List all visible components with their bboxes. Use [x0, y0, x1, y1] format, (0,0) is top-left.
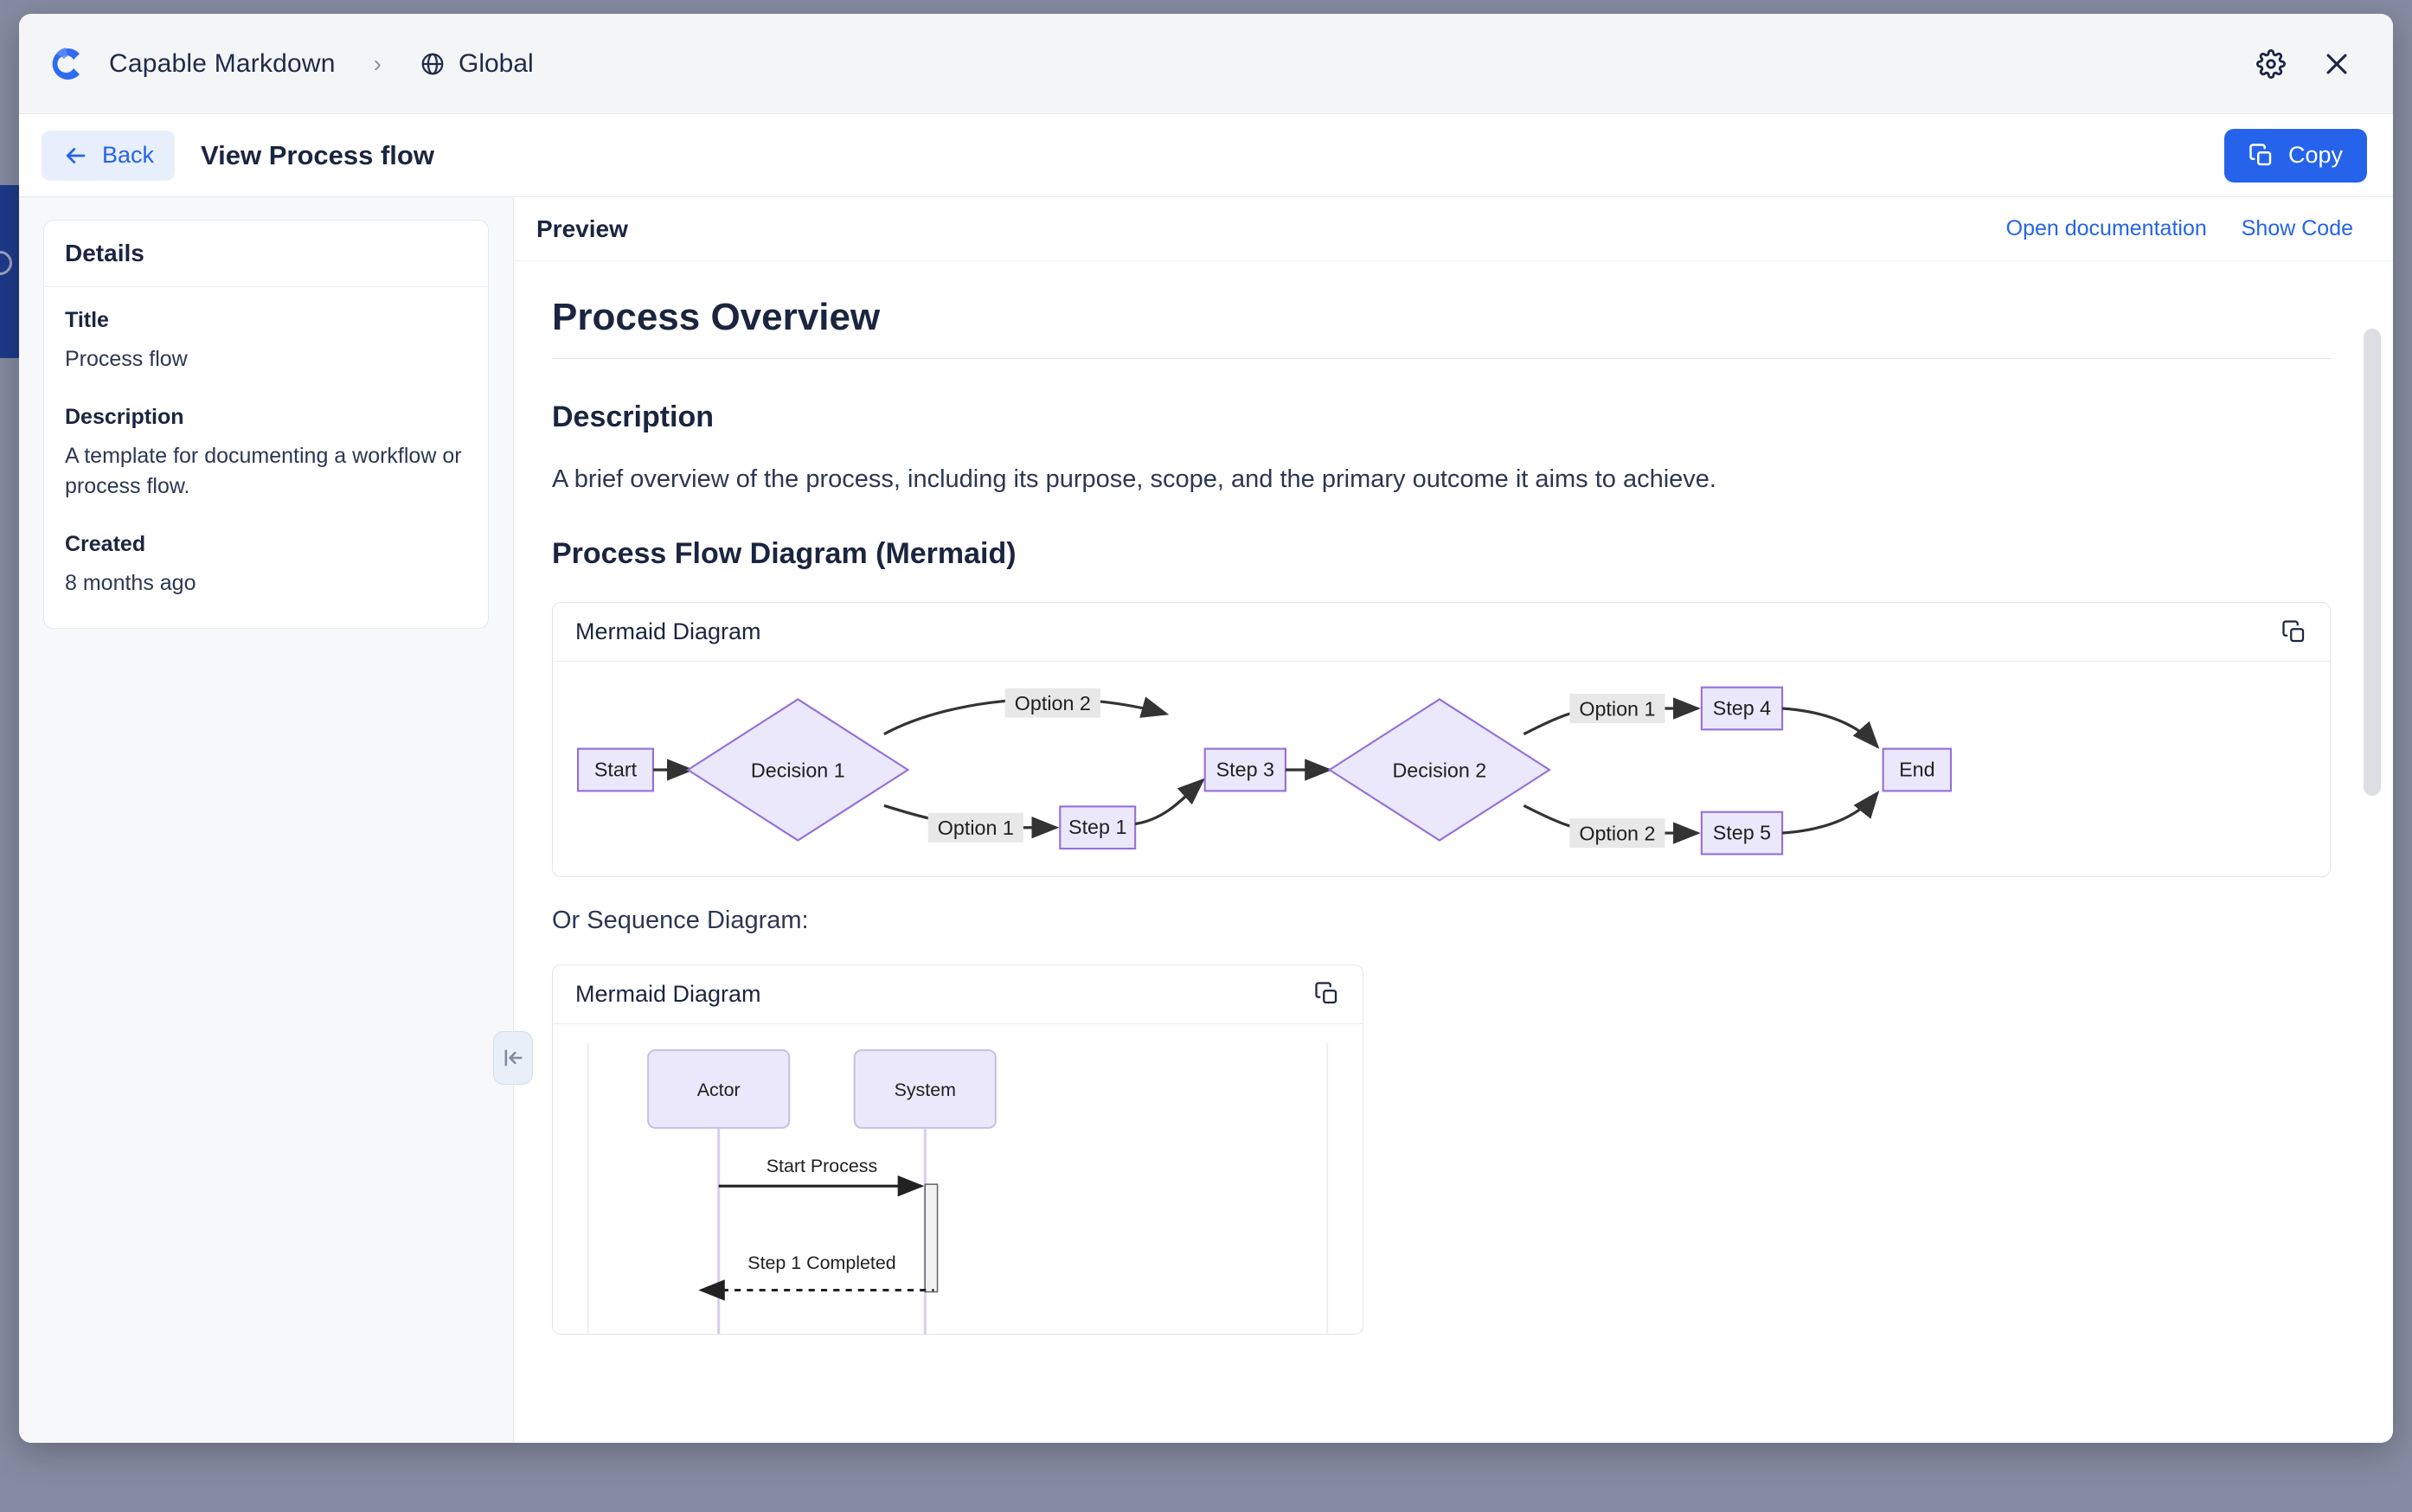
mermaid-flowchart-body: Start Decision 1 Option 2 Option 1 Step …: [553, 662, 2330, 876]
mermaid-card-flowchart: Mermaid Diagram Start Decision 1 Option …: [552, 602, 2331, 877]
document-heading-description: Description: [552, 400, 715, 433]
participant-system-label: System: [895, 1080, 956, 1100]
copy-icon: [2248, 143, 2274, 169]
flow-node-step5-label: Step 5: [1713, 822, 1771, 844]
detail-value-created: 8 months ago: [65, 570, 196, 595]
flow-node-step3-label: Step 3: [1216, 758, 1274, 780]
collapse-sidebar-button[interactable]: [493, 1031, 533, 1085]
flow-edge-label-option1-b: Option 1: [1579, 697, 1655, 720]
scrollbar-thumb[interactable]: [2364, 329, 2381, 796]
app-logo-icon: [45, 42, 90, 86]
sequence-svg: Actor System Start Process Step 1 Comple…: [587, 1042, 1329, 1335]
detail-label-title: Title: [65, 308, 109, 332]
document-content: Process Overview Description A brief ove…: [542, 296, 2341, 1336]
details-card: Details Title Process flow Description A…: [43, 220, 489, 629]
mermaid-card-title: Mermaid Diagram: [575, 618, 761, 644]
collapse-left-icon: [501, 1046, 525, 1070]
copy-icon[interactable]: [2281, 619, 2307, 645]
flow-node-decision2-label: Decision 2: [1392, 759, 1486, 781]
mermaid-card-sequence: Mermaid Diagram Actor System Start Proce…: [552, 964, 1363, 1336]
copy-button-label: Copy: [2287, 142, 2343, 168]
close-icon[interactable]: [2313, 41, 2360, 87]
mermaid-card-header: Mermaid Diagram: [553, 965, 1363, 1024]
participant-actor-label: Actor: [697, 1080, 741, 1100]
copy-icon[interactable]: [1314, 981, 1340, 1007]
flow-node-step4-label: Step 4: [1713, 696, 1771, 719]
sequence-message-2-label: Step 1 Completed: [747, 1253, 895, 1273]
flow-node-step1-label: Step 1: [1068, 816, 1126, 838]
preview-scrollbar[interactable]: [2364, 329, 2381, 1443]
sequence-message-1-label: Start Process: [767, 1156, 877, 1176]
details-sidebar: Details Title Process flow Description A…: [19, 197, 514, 1443]
action-bar: Back View Process flow Copy: [19, 114, 2393, 197]
mermaid-card-header: Mermaid Diagram: [553, 603, 2330, 662]
copy-button[interactable]: Copy: [2223, 128, 2367, 183]
title-bar: Capable Markdown › Global: [19, 14, 2393, 114]
breadcrumb-scope-label: Global: [459, 48, 534, 78]
flow-edge-label-option2-b: Option 2: [1579, 823, 1655, 845]
breadcrumb-scope[interactable]: Global: [420, 49, 534, 79]
detail-label-created: Created: [65, 531, 146, 556]
open-documentation-link[interactable]: Open documentation: [2006, 216, 2207, 241]
show-code-link[interactable]: Show Code: [2242, 216, 2353, 241]
detail-value-description: A template for documenting a workflow or…: [65, 443, 462, 499]
flow-node-end-label: End: [1899, 758, 1934, 780]
gear-icon[interactable]: [2248, 41, 2294, 87]
flow-edge-label-option1-a: Option 1: [938, 817, 1014, 839]
preview-pane: Preview Open documentation Show Code Pro…: [514, 197, 2393, 1443]
document-paragraph-or-sequence: Or Sequence Diagram:: [552, 906, 809, 934]
document-heading-diagram: Process Flow Diagram (Mermaid): [552, 537, 1017, 570]
mermaid-card-title: Mermaid Diagram: [575, 980, 761, 1007]
background-app-sliver: [0, 0, 19, 1512]
document-preview: Process Overview Description A brief ove…: [514, 261, 2393, 1443]
flowchart-svg: Start Decision 1 Option 2 Option 1 Step …: [577, 686, 1953, 855]
flow-node-start-label: Start: [594, 758, 638, 780]
breadcrumb: Capable Markdown › Global: [45, 42, 534, 86]
globe-icon: [420, 51, 446, 77]
modal-window: Capable Markdown › Global Back View Proc…: [19, 14, 2393, 1443]
details-card-title: Details: [44, 221, 488, 287]
preview-label: Preview: [536, 215, 628, 242]
arrow-left-icon: [62, 143, 88, 169]
breadcrumb-separator-icon: ›: [373, 49, 382, 77]
modal-body: Details Title Process flow Description A…: [19, 197, 2393, 1443]
back-button[interactable]: Back: [42, 130, 176, 181]
flow-node-decision1-label: Decision 1: [751, 759, 845, 781]
back-button-label: Back: [102, 142, 155, 168]
document-paragraph-description: A brief overview of the process, includi…: [552, 465, 1716, 493]
document-heading-1: Process Overview: [552, 296, 2331, 359]
details-card-body: Title Process flow Description A templat…: [44, 287, 488, 628]
activation-bar: [924, 1183, 939, 1293]
detail-value-title: Process flow: [65, 347, 188, 371]
detail-label-description: Description: [65, 404, 184, 429]
mermaid-sequence-body: Actor System Start Process Step 1 Comple…: [553, 1024, 1363, 1335]
page-title: View Process flow: [201, 139, 434, 170]
preview-toolbar: Preview Open documentation Show Code: [514, 197, 2393, 261]
flow-edge-label-option2-a: Option 2: [1015, 692, 1091, 714]
brand-name[interactable]: Capable Markdown: [109, 49, 336, 79]
